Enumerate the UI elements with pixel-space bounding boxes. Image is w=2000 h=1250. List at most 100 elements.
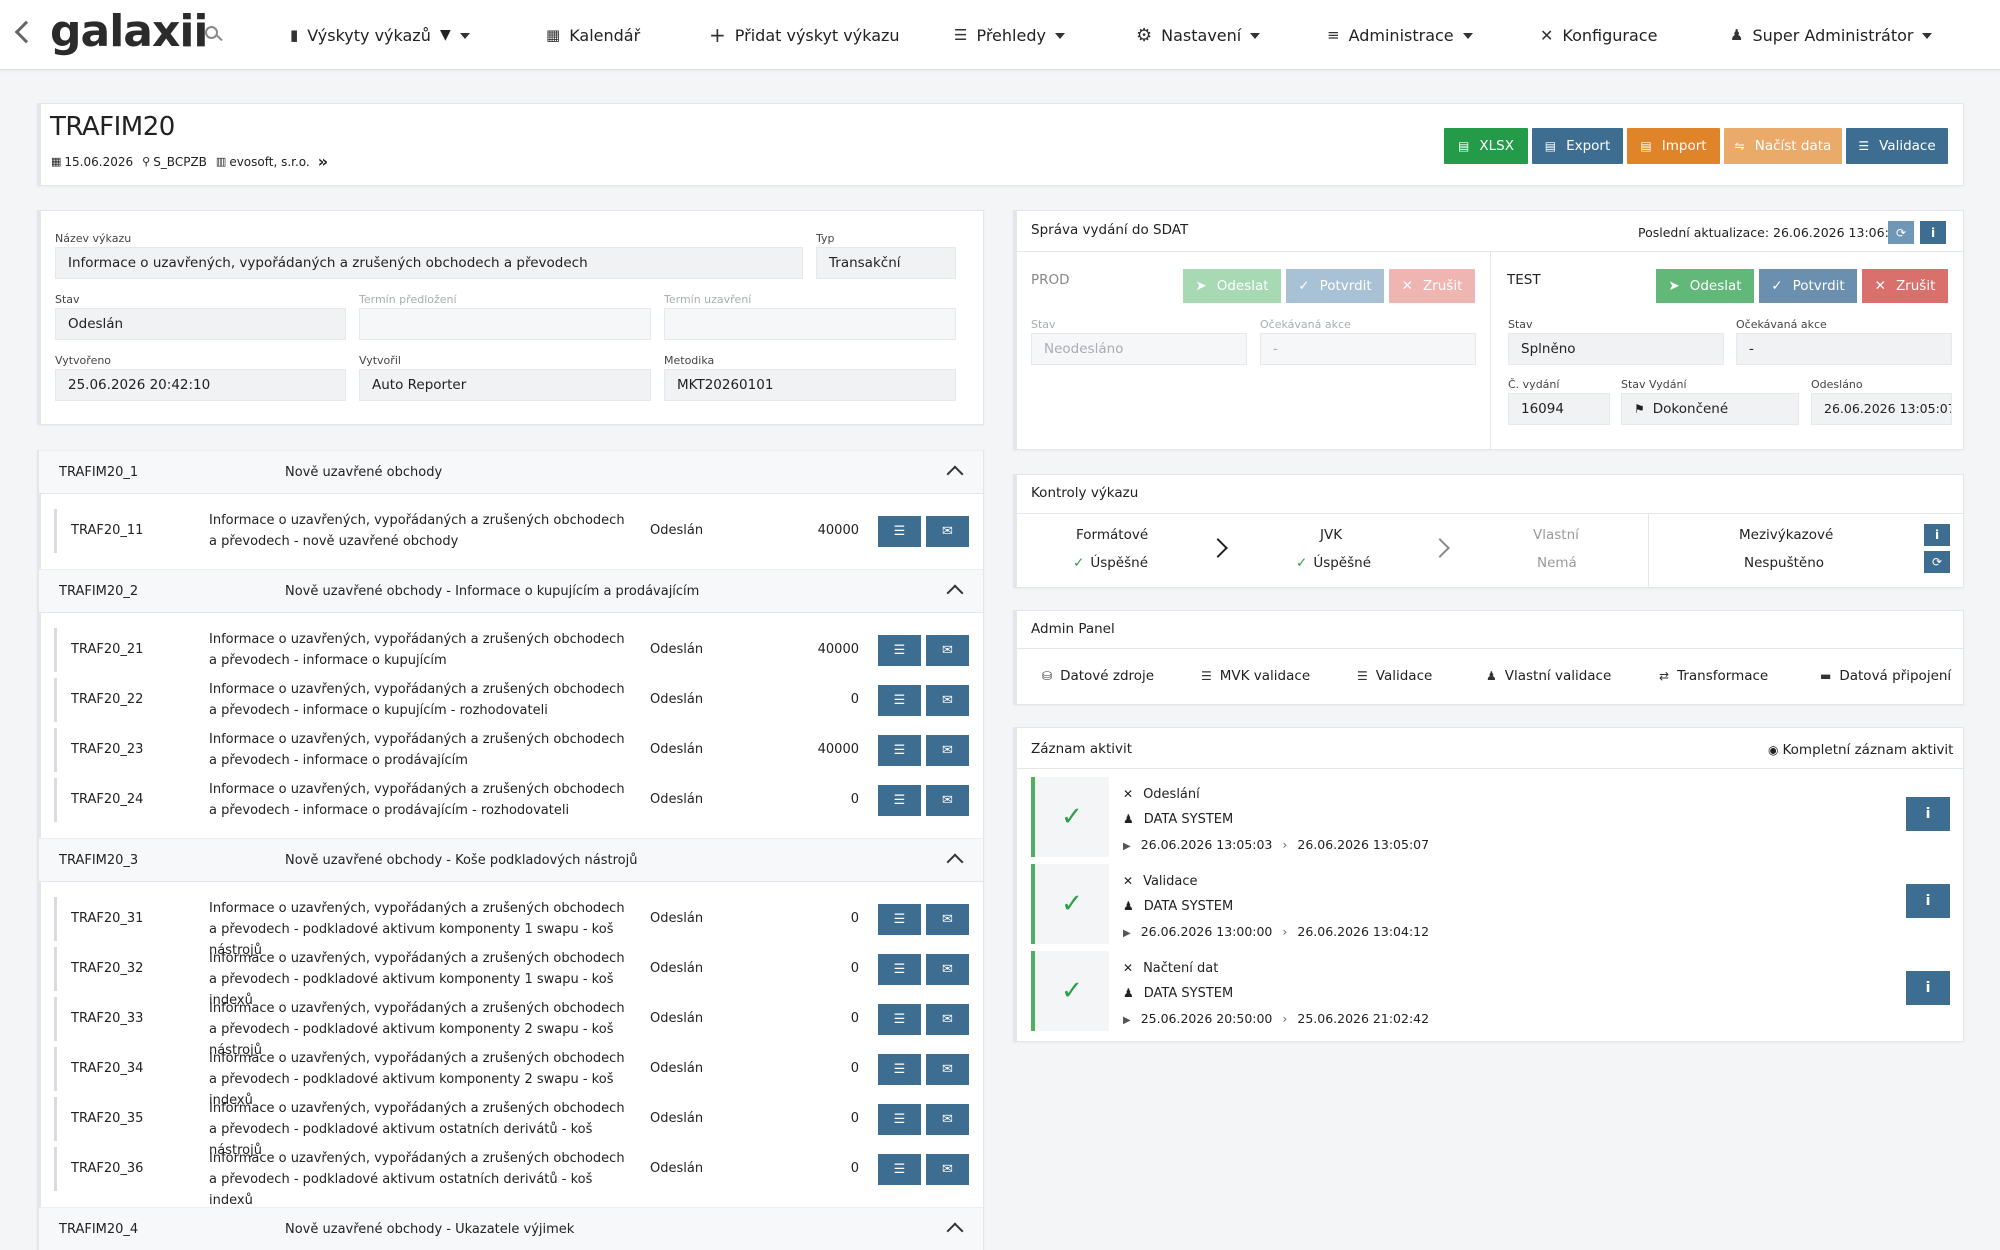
activity-info-button[interactable]: i — [1906, 797, 1950, 831]
admin-validation[interactable]: ☰ Validace — [1357, 668, 1432, 684]
double-chevron-right-icon[interactable]: » — [318, 152, 328, 171]
row-code[interactable]: TRAF20_31 — [71, 897, 143, 941]
row-mail-button[interactable]: ✉ — [926, 685, 969, 716]
prod-cancel-button[interactable]: ✕ Zrušit — [1389, 269, 1475, 303]
state-label: Stav — [55, 293, 80, 306]
nav-configuration[interactable]: ✕ Konfigurace — [1540, 0, 1657, 70]
page-title: TRAFIM20 — [50, 112, 175, 142]
table-row: TRAF20_36 Informace o uzavřených, vypořád… — [54, 1147, 969, 1208]
row-detail-button[interactable]: ☰ — [878, 785, 921, 816]
section-header[interactable]: TRAFIM20_4 Nově uzavřené obchody - Ukazat… — [39, 1207, 983, 1250]
row-mail-button[interactable]: ✉ — [926, 516, 969, 547]
check-info-button[interactable]: i — [1924, 524, 1950, 546]
nav-calendar[interactable]: ▦ Kalendář — [546, 0, 640, 70]
admin-title: Admin Panel — [1031, 621, 1115, 637]
nav-user-menu[interactable]: ♟ Super Administrátor — [1730, 0, 1933, 70]
row-detail-button[interactable]: ☰ — [878, 1104, 921, 1135]
logo[interactable]: galaxii — [50, 2, 209, 62]
nav-administration[interactable]: ≡ Administrace — [1327, 0, 1473, 70]
close-icon: ✕ — [1401, 278, 1413, 294]
row-detail-button[interactable]: ☰ — [878, 1054, 921, 1085]
row-mail-button[interactable]: ✉ — [926, 1104, 969, 1135]
admin-custom-validation[interactable]: ♟ Vlastní validace — [1486, 668, 1611, 684]
row-detail-button[interactable]: ☰ — [878, 635, 921, 666]
admin-data-connections[interactable]: ▬ Datová připojení — [1820, 668, 1951, 684]
section-header[interactable]: TRAFIM20_1 Nově uzavřené obchody — [39, 450, 983, 494]
exchange-icon: ⇄ — [1659, 669, 1670, 683]
chevron-up-icon[interactable] — [946, 584, 964, 602]
section-code: TRAFIM20_3 — [59, 853, 139, 868]
section-header[interactable]: TRAFIM20_3 Nově uzavřené obchody - Koše p… — [39, 838, 983, 882]
row-code[interactable]: TRAF20_22 — [71, 678, 143, 722]
prod-label: PROD — [1031, 272, 1070, 288]
chevron-up-icon[interactable] — [946, 1222, 964, 1240]
search-icon[interactable] — [205, 26, 218, 39]
row-mail-button[interactable]: ✉ — [926, 785, 969, 816]
row-code[interactable]: TRAF20_32 — [71, 947, 143, 991]
nav-settings[interactable]: ⚙ Nastavení — [1136, 0, 1261, 70]
row-detail-button[interactable]: ☰ — [878, 735, 921, 766]
row-mail-button[interactable]: ✉ — [926, 1054, 969, 1085]
table-row: TRAF20_34 Informace o uzavřených, vypořád… — [54, 1047, 969, 1108]
type-field: Transakční — [816, 247, 956, 279]
row-detail-button[interactable]: ☰ — [878, 1154, 921, 1185]
nav-add-occurrence[interactable]: + Přidat výskyt výkazu — [709, 0, 900, 70]
validate-button[interactable]: ☰ Validace — [1846, 128, 1948, 164]
user-secret-icon: ♟ — [1123, 899, 1134, 913]
row-mail-button[interactable]: ✉ — [926, 735, 969, 766]
row-code[interactable]: TRAF20_33 — [71, 997, 143, 1041]
test-confirm-button[interactable]: ✓ Potvrdit — [1759, 269, 1857, 303]
admin-data-sources[interactable]: ⛁ Datové zdroje — [1042, 668, 1154, 684]
nav-overviews[interactable]: ☰ Přehledy — [954, 0, 1065, 70]
row-mail-button[interactable]: ✉ — [926, 1154, 969, 1185]
row-code[interactable]: TRAF20_24 — [71, 778, 143, 822]
test-cancel-button[interactable]: ✕ Zrušit — [1862, 269, 1948, 303]
test-send-button[interactable]: ➤ Odeslat — [1656, 269, 1754, 303]
nav-report-occurrences[interactable]: ▮ Výskyty výkazů — [290, 0, 431, 70]
row-code[interactable]: TRAF20_21 — [71, 628, 143, 672]
row-detail-button[interactable]: ☰ — [878, 954, 921, 985]
admin-transformation[interactable]: ⇄ Transformace — [1659, 668, 1768, 684]
row-mail-button[interactable]: ✉ — [926, 954, 969, 985]
admin-mvk-validation[interactable]: ☰ MVK validace — [1201, 668, 1310, 684]
activity-item: ✓ ✕ Validace ♟ DATA SYSTEM ▶ 26.06.2026 13:00:… — [1031, 864, 1965, 944]
row-mail-button[interactable]: ✉ — [926, 635, 969, 666]
row-detail-button[interactable]: ☰ — [878, 516, 921, 547]
row-code[interactable]: TRAF20_36 — [71, 1147, 143, 1191]
back-icon[interactable] — [14, 20, 38, 44]
activity-info-button[interactable]: i — [1906, 971, 1950, 1005]
full-log-link[interactable]: ◉ Kompletní záznam aktivit — [1768, 742, 1953, 758]
check-rerun-button[interactable]: ⟳ — [1924, 551, 1950, 573]
prod-send-button[interactable]: ➤ Odeslat — [1183, 269, 1281, 303]
sdat-title: Správa vydání do SDAT — [1031, 222, 1189, 238]
chevron-up-icon[interactable] — [946, 853, 964, 871]
prod-confirm-button[interactable]: ✓ Potvrdit — [1286, 269, 1384, 303]
activity-user: DATA SYSTEM — [1143, 986, 1234, 1001]
import-button[interactable]: ▤ Import — [1627, 128, 1720, 164]
row-status: Odeslán — [650, 1161, 704, 1176]
row-code[interactable]: TRAF20_11 — [71, 509, 143, 553]
filter-dropdown[interactable]: ▼ — [440, 0, 470, 70]
row-code[interactable]: TRAF20_34 — [71, 1047, 143, 1091]
activity-info-button[interactable]: i — [1906, 884, 1950, 918]
info-button[interactable]: i — [1920, 221, 1946, 244]
refresh-button[interactable]: ⟳ — [1888, 221, 1914, 244]
load-data-button[interactable]: ⇋ Načíst data — [1724, 128, 1842, 164]
row-value: 0 — [850, 1161, 859, 1176]
chevron-up-icon[interactable] — [946, 465, 964, 483]
row-mail-button[interactable]: ✉ — [926, 1004, 969, 1035]
user-check-icon: ♟ — [1486, 669, 1497, 683]
list-icon: ☰ — [893, 524, 906, 539]
check-icon: ✓ — [1035, 777, 1109, 857]
building-icon: ▥ — [215, 155, 227, 168]
section-header[interactable]: TRAFIM20_2 Nově uzavřené obchody - Inform… — [39, 569, 983, 613]
row-detail-button[interactable]: ☰ — [878, 1004, 921, 1035]
xlsx-button[interactable]: ▤ XLSX — [1444, 128, 1528, 164]
row-detail-button[interactable]: ☰ — [878, 685, 921, 716]
row-status: Odeslán — [650, 523, 704, 538]
row-code[interactable]: TRAF20_35 — [71, 1097, 143, 1141]
export-button[interactable]: ▤ Export — [1532, 128, 1623, 164]
row-detail-button[interactable]: ☰ — [878, 904, 921, 935]
row-mail-button[interactable]: ✉ — [926, 904, 969, 935]
row-code[interactable]: TRAF20_23 — [71, 728, 143, 772]
